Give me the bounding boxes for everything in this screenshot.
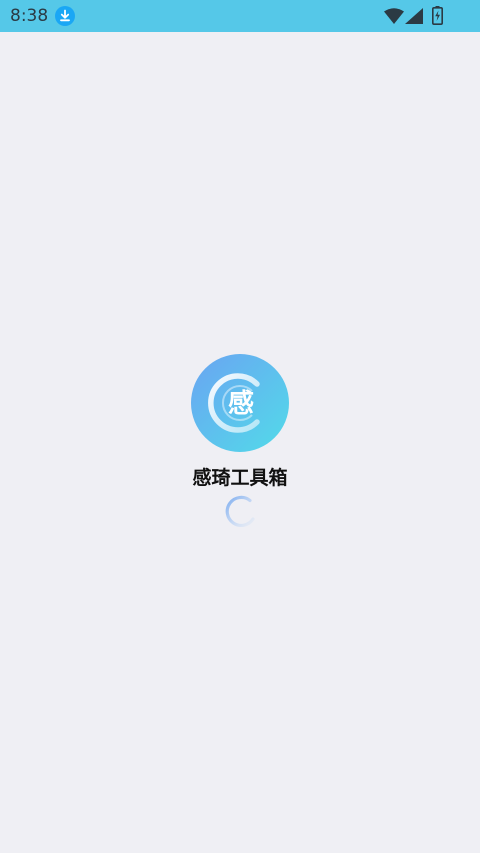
loading-spinner [225, 495, 255, 527]
battery-charging-icon [432, 6, 443, 25]
app-logo-char: 感 [228, 389, 254, 419]
status-bar: 8:38 [0, 0, 480, 32]
signal-icon [405, 8, 423, 24]
download-icon [55, 6, 75, 26]
wifi-icon [384, 8, 404, 24]
app-name: 感琦工具箱 [192, 467, 288, 489]
app-logo: 感 [191, 354, 289, 452]
splash-screen: 感 感琦工具箱 [0, 32, 480, 853]
status-time: 8:38 [10, 6, 49, 26]
